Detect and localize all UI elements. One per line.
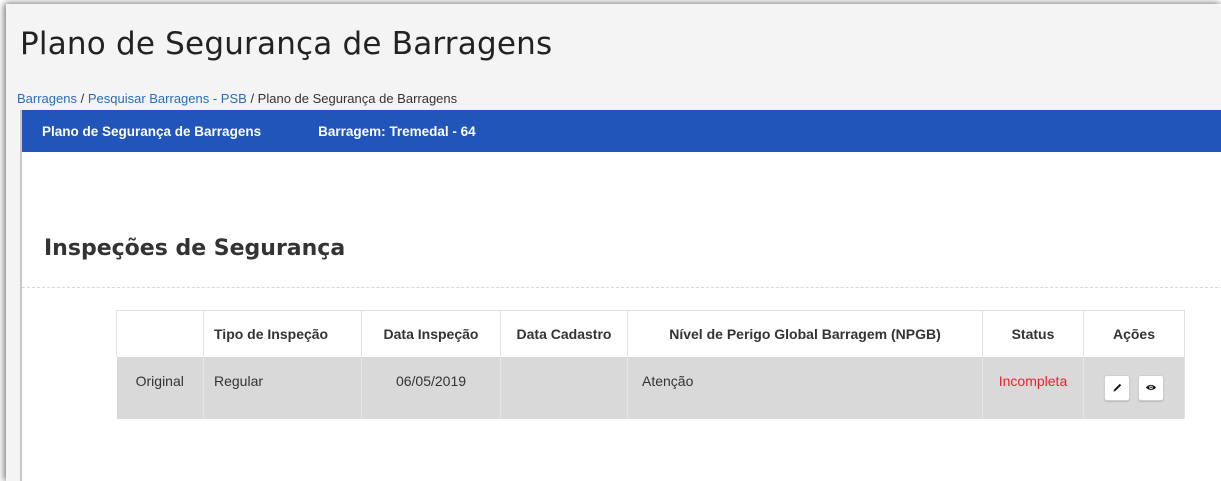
breadcrumb-pesquisar-barragens[interactable]: Pesquisar Barragens - PSB — [88, 91, 247, 106]
col-header-tipo-inspecao: Tipo de Inspeção — [203, 310, 362, 357]
section-title: Inspeções de Segurança — [44, 236, 346, 261]
section-divider — [22, 287, 1221, 288]
breadcrumb-separator: / — [250, 91, 258, 106]
cell-npgb: Atenção — [627, 356, 983, 419]
panel-header-barragem: Barragem: Tremedal - 64 — [318, 123, 476, 139]
cell-status: Incompleta — [982, 356, 1084, 419]
table-row: Original Regular 06/05/2019 Atenção Inco… — [116, 356, 1185, 419]
panel-header: Plano de Segurança de Barragens Barragem… — [22, 110, 1221, 152]
view-button[interactable] — [1138, 374, 1164, 401]
inspections-table: Tipo de Inspeção Data Inspeção Data Cada… — [116, 310, 1185, 419]
panel-header-title: Plano de Segurança de Barragens — [42, 123, 262, 139]
breadcrumb-current: Plano de Segurança de Barragens — [257, 91, 458, 106]
col-header-status: Status — [982, 310, 1084, 357]
table-header-row: Tipo de Inspeção Data Inspeção Data Cada… — [116, 310, 1185, 357]
pencil-icon — [1112, 383, 1121, 392]
page-title: Plano de Segurança de Barragens — [20, 26, 553, 62]
col-header-data-inspecao: Data Inspeção — [361, 310, 501, 357]
col-header-acoes: Ações — [1083, 310, 1185, 357]
col-header-origem — [116, 310, 204, 357]
window-frame: Plano de Segurança de Barragens Barragen… — [6, 4, 1221, 481]
col-header-data-cadastro: Data Cadastro — [500, 310, 628, 357]
eye-icon — [1145, 384, 1157, 391]
breadcrumb-barragens[interactable]: Barragens — [17, 91, 77, 106]
breadcrumb: Barragens / Pesquisar Barragens - PSB / … — [17, 91, 457, 106]
cell-origem: Original — [116, 356, 204, 419]
breadcrumb-separator: / — [80, 91, 88, 106]
cell-acoes — [1083, 356, 1185, 419]
cell-data-cadastro — [500, 356, 628, 419]
cell-data-inspecao: 06/05/2019 — [361, 356, 501, 419]
col-header-npgb: Nível de Perigo Global Barragem (NPGB) — [627, 310, 983, 357]
psb-panel: Plano de Segurança de Barragens Barragem… — [20, 110, 1221, 481]
cell-tipo: Regular — [203, 356, 362, 419]
edit-button[interactable] — [1104, 374, 1130, 401]
row-actions — [1094, 373, 1174, 401]
